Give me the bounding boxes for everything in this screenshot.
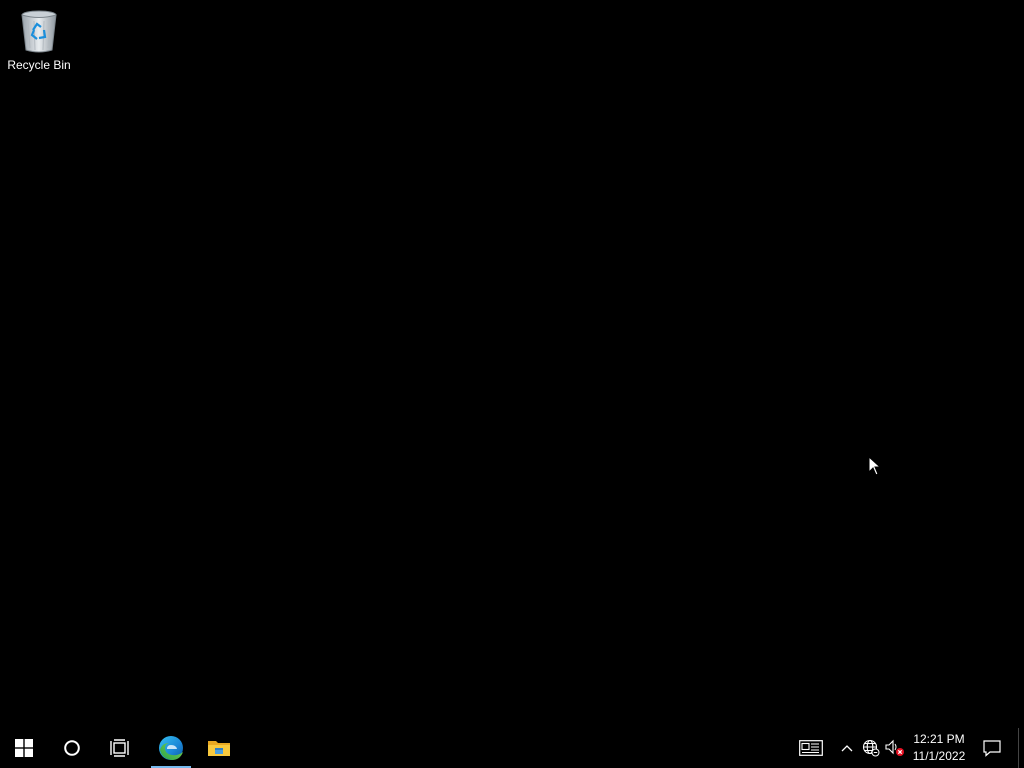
taskbar-app-file-explorer[interactable] bbox=[195, 728, 243, 768]
show-hidden-icons-button[interactable] bbox=[836, 728, 858, 768]
clock-date: 11/1/2022 bbox=[912, 749, 966, 763]
mouse-pointer-icon bbox=[868, 455, 882, 476]
speaker-muted-icon bbox=[885, 739, 904, 756]
desktop[interactable]: Recycle Bin bbox=[0, 0, 1024, 728]
action-center-icon bbox=[983, 740, 1001, 757]
volume-button[interactable] bbox=[883, 728, 907, 768]
task-view-icon bbox=[110, 739, 129, 757]
search-button[interactable] bbox=[48, 728, 96, 768]
start-button[interactable] bbox=[0, 728, 48, 768]
chevron-up-icon bbox=[841, 745, 853, 752]
taskbar: 12:21 PM 11/1/2022 bbox=[0, 728, 1024, 768]
news-and-interests-button[interactable] bbox=[792, 728, 830, 768]
edge-icon bbox=[159, 736, 183, 760]
taskbar-app-edge[interactable] bbox=[147, 728, 195, 768]
recycle-bin-shortcut[interactable]: Recycle Bin bbox=[4, 6, 74, 76]
recycle-bin-label: Recycle Bin bbox=[7, 58, 71, 72]
task-view-button[interactable] bbox=[96, 728, 144, 768]
clock[interactable]: 12:21 PM 11/1/2022 bbox=[908, 728, 970, 768]
folder-icon bbox=[208, 741, 230, 756]
cortana-circle-icon bbox=[64, 740, 80, 756]
action-center-button[interactable] bbox=[972, 728, 1012, 768]
globe-icon bbox=[862, 739, 880, 757]
clock-time: 12:21 PM bbox=[913, 732, 965, 746]
network-button[interactable] bbox=[859, 728, 883, 768]
show-desktop-button[interactable] bbox=[1018, 728, 1024, 768]
recycle-bin-icon bbox=[17, 6, 61, 54]
windows-logo-icon bbox=[15, 739, 33, 757]
news-icon bbox=[799, 740, 823, 756]
